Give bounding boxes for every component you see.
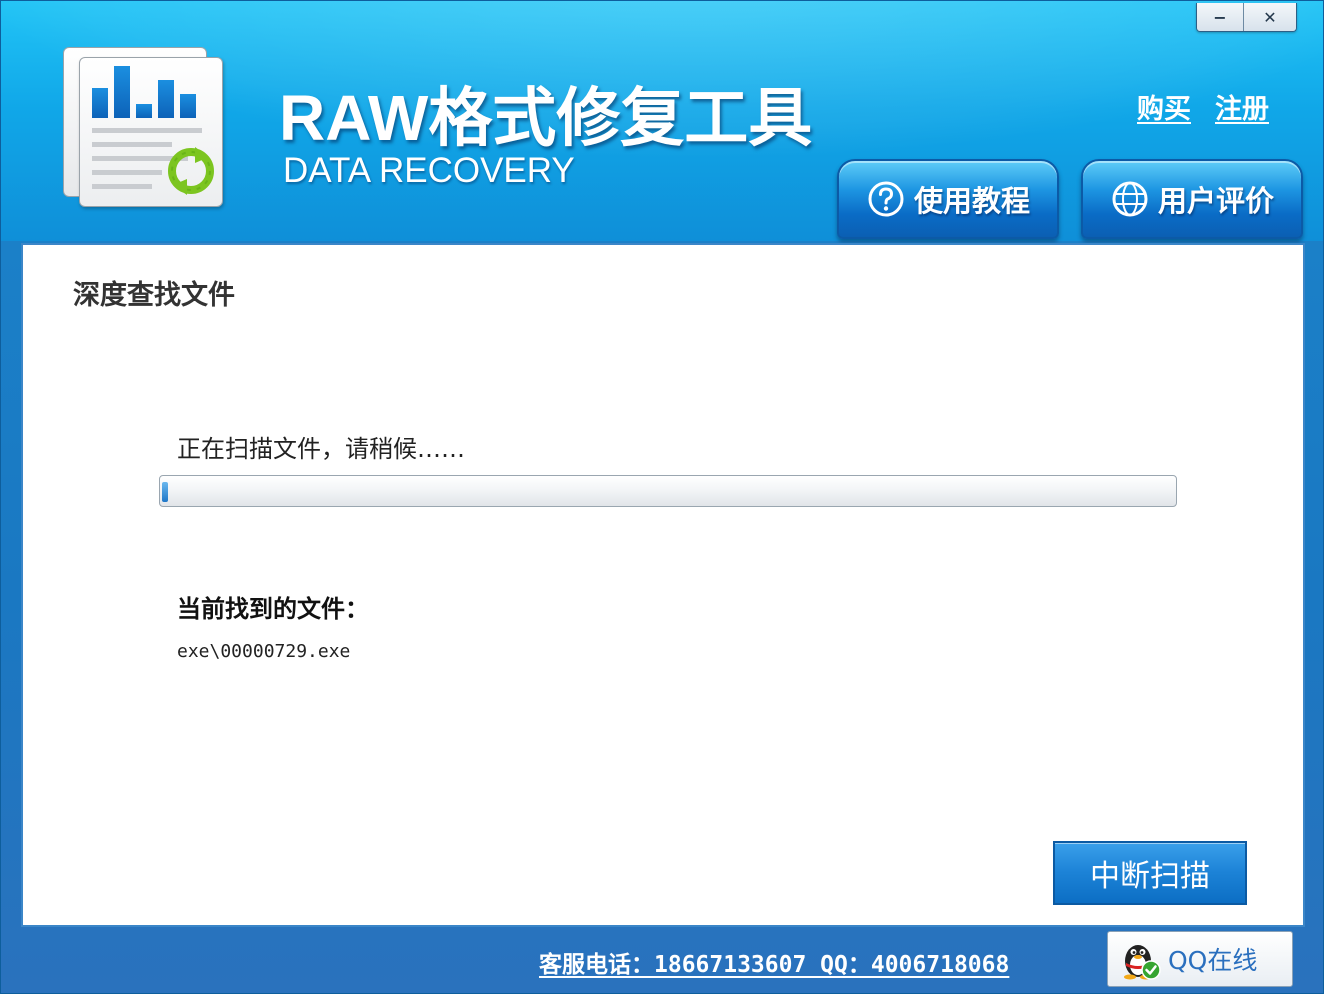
tutorial-button-label: 使用教程 <box>913 184 1030 218</box>
refresh-icon <box>168 147 214 195</box>
found-file-label: 当前找到的文件： <box>177 595 369 623</box>
register-link[interactable]: 注册 <box>1215 87 1269 126</box>
scan-status-text: 正在扫描文件，请稍候…… <box>177 435 465 463</box>
qq-online-label: QQ在线 <box>1168 946 1258 975</box>
globe-icon <box>1112 181 1148 217</box>
found-file-path: exe\00000729.exe <box>177 641 351 662</box>
app-window: − ✕ RAW格式修复工具 DATA RECOVERY 购买 注册 使用教程 用… <box>0 0 1324 994</box>
qq-penguin-icon <box>1124 945 1161 980</box>
question-circle-icon <box>868 181 904 217</box>
app-logo-icon <box>61 43 227 209</box>
content-panel: 深度查找文件 正在扫描文件，请稍候…… 当前找到的文件： exe\0000072… <box>21 243 1305 927</box>
tutorial-button[interactable]: 使用教程 <box>837 159 1059 239</box>
header-links: 购买 注册 <box>1137 87 1269 126</box>
minimize-button[interactable]: − <box>1197 3 1243 31</box>
contact-info[interactable]: 客服电话：18667133607 QQ：4006718068 <box>539 945 1009 979</box>
app-title: RAW格式修复工具 <box>279 82 813 154</box>
app-subtitle: DATA RECOVERY <box>283 151 575 190</box>
user-reviews-button-label: 用户评价 <box>1157 184 1274 218</box>
qq-online-button[interactable]: QQ在线 <box>1107 931 1293 987</box>
buy-link[interactable]: 购买 <box>1137 87 1191 126</box>
stop-scan-button[interactable]: 中断扫描 <box>1053 841 1247 905</box>
scan-progress-fill <box>162 482 168 502</box>
window-controls: − ✕ <box>1196 3 1297 32</box>
close-button[interactable]: ✕ <box>1243 3 1296 31</box>
scan-progress-bar <box>159 475 1177 507</box>
user-reviews-button[interactable]: 用户评价 <box>1081 159 1303 239</box>
section-title: 深度查找文件 <box>73 280 235 311</box>
